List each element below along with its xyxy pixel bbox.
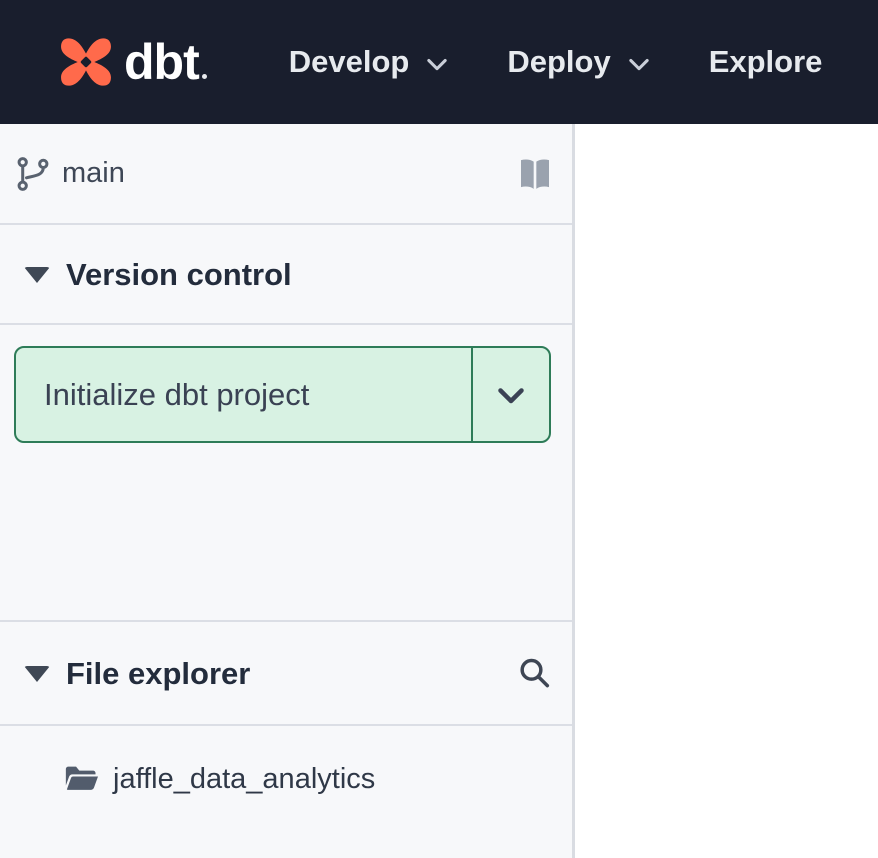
editor-empty-area <box>578 124 878 858</box>
branch-name: main <box>62 157 125 190</box>
nav-item-explore-label: Explore <box>709 44 823 80</box>
git-branch-selector[interactable]: main <box>0 124 572 225</box>
git-branch-icon <box>14 155 52 193</box>
chevron-down-icon <box>423 50 451 78</box>
section-header-version-control[interactable]: Version control <box>0 227 572 325</box>
nav-item-explore[interactable]: Explore <box>709 44 823 80</box>
ide-sidebar: main Version control Initialize dbt proj… <box>0 124 575 858</box>
section-label: Version control <box>66 257 292 293</box>
nav-item-deploy[interactable]: Deploy <box>507 44 652 80</box>
initialize-dbt-project-label[interactable]: Initialize dbt project <box>16 348 473 441</box>
dbt-logo-icon <box>54 29 118 95</box>
docs-book-icon[interactable] <box>514 154 556 194</box>
nav-item-develop[interactable]: Develop <box>289 44 452 80</box>
version-control-panel: Initialize dbt project <box>0 327 572 622</box>
file-tree: jaffle_data_analytics <box>0 728 572 858</box>
main-menu: Develop Deploy Explore <box>289 44 823 80</box>
section-label: File explorer <box>66 656 250 692</box>
search-icon[interactable] <box>514 653 554 695</box>
collapse-caret-icon[interactable] <box>24 666 50 682</box>
dbt-wordmark: dbt <box>124 37 199 87</box>
file-tree-item-folder[interactable]: jaffle_data_analytics <box>0 750 572 808</box>
collapse-caret-icon[interactable] <box>24 267 50 283</box>
nav-item-develop-label: Develop <box>289 44 410 80</box>
initialize-options-dropdown[interactable] <box>473 348 549 441</box>
chevron-down-icon <box>625 50 653 78</box>
folder-open-icon <box>62 762 100 796</box>
section-header-file-explorer[interactable]: File explorer <box>0 624 572 726</box>
top-navigation-bar: dbt Develop Deploy Explore <box>0 0 878 124</box>
initialize-dbt-project-button[interactable]: Initialize dbt project <box>14 346 551 443</box>
folder-name: jaffle_data_analytics <box>113 763 375 796</box>
trademark-dot <box>202 74 207 79</box>
nav-item-deploy-label: Deploy <box>507 44 610 80</box>
chevron-down-icon <box>493 377 529 413</box>
dbt-logo[interactable]: dbt <box>54 29 207 95</box>
